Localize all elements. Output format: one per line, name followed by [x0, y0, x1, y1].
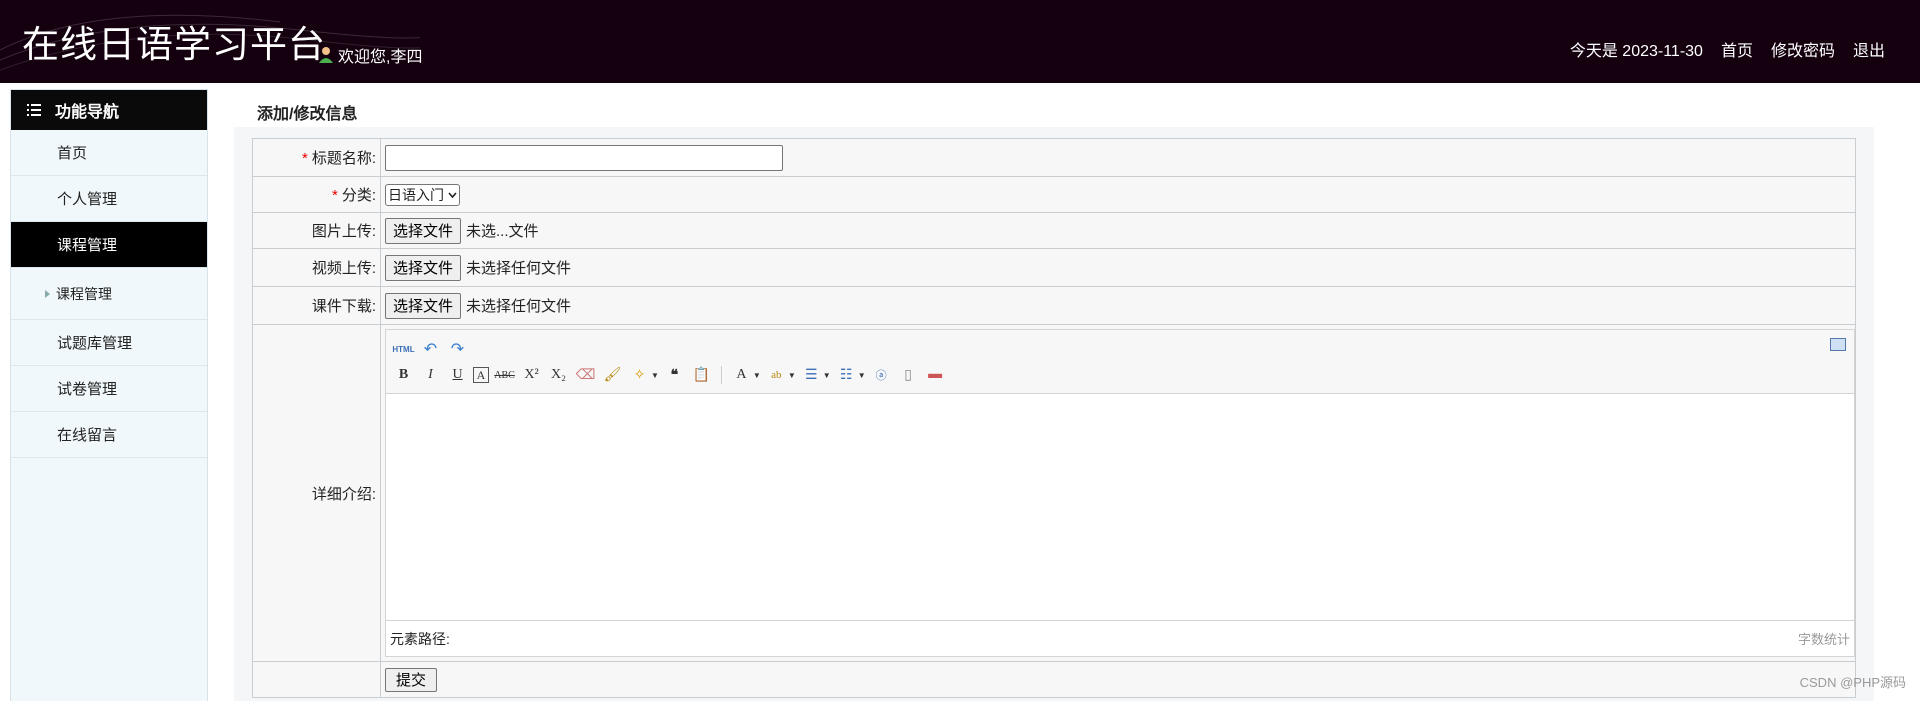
image-file-status: 未选...文件: [466, 223, 539, 240]
welcome-message: 欢迎您,李四: [318, 43, 422, 67]
video-upload-label: 视频上传:: [311, 260, 376, 277]
submit-button[interactable]: 提交: [385, 667, 438, 692]
superscript-icon[interactable]: X²: [520, 364, 543, 386]
user-icon: [319, 47, 333, 63]
site-title: 在线日语学习平台: [22, 24, 326, 65]
category-value: 日语入门: [388, 186, 444, 203]
bold-icon[interactable]: B: [392, 364, 415, 386]
font-border-icon[interactable]: A: [473, 367, 489, 383]
element-path-label: 元素路径:: [390, 630, 450, 647]
change-password-link[interactable]: 修改密码: [1771, 37, 1835, 61]
editor-toolbar: HTML ↶ ↷ B I U A ABC X² X₂ ⌫ 🖌 ✧ ▼ ❝ 📋 A…: [386, 330, 1854, 394]
highlight-color-icon[interactable]: ab: [765, 364, 788, 386]
clear-doc-icon[interactable]: ▯: [897, 364, 920, 386]
dropdown-arrow-icon[interactable]: ▼: [823, 371, 831, 380]
sidebar-header: 功能导航: [11, 90, 207, 130]
edit-form: * 标题名称: * 分类: 日语入门 图片上传: 选择文件 未选...文件 视频上传:…: [252, 138, 1856, 698]
sidebar-item-course[interactable]: 课程管理: [11, 222, 207, 268]
underline-icon[interactable]: U: [446, 364, 469, 386]
italic-icon[interactable]: I: [419, 364, 442, 386]
blockquote-icon[interactable]: ❝: [663, 364, 686, 386]
caret-right-icon: [45, 289, 50, 298]
courseware-file-status: 未选择任何文件: [466, 298, 572, 315]
category-select[interactable]: 日语入门: [385, 183, 460, 206]
required-mark: *: [331, 187, 338, 204]
auto-format-icon[interactable]: ✧: [628, 364, 651, 386]
sidebar-item-question-bank[interactable]: 试题库管理: [11, 320, 207, 366]
video-file-status: 未选择任何文件: [466, 260, 572, 277]
detail-label: 详细介绍:: [311, 485, 376, 503]
sidebar-subitem-course[interactable]: 课程管理: [11, 268, 207, 320]
unordered-list-icon[interactable]: ☷: [835, 364, 858, 386]
list-icon: [27, 104, 41, 116]
toolbar-separator: [720, 366, 722, 384]
eraser-icon[interactable]: ⌫: [574, 364, 597, 386]
date-text: 今天是 2023-11-30: [1569, 43, 1703, 60]
dropdown-arrow-icon[interactable]: ▼: [651, 371, 659, 380]
home-link[interactable]: 首页: [1721, 37, 1753, 61]
image-upload-label: 图片上传:: [311, 223, 376, 240]
category-label: 分类:: [341, 187, 376, 204]
top-links: 今天是 2023-11-30 首页 修改密码 退出: [1570, 37, 1885, 61]
paste-plain-icon[interactable]: 📋: [690, 364, 713, 386]
word-count-label: 字数统计: [1797, 632, 1850, 647]
select-all-icon[interactable]: ⓐ: [870, 364, 893, 386]
sidebar: 功能导航 首页 个人管理 课程管理 课程管理 试题库管理 试卷管理 在线留言: [10, 89, 208, 701]
dropdown-arrow-icon[interactable]: ▼: [753, 371, 761, 380]
sidebar-item-messages[interactable]: 在线留言: [11, 412, 207, 458]
category-label-cell: * 分类:: [252, 176, 381, 213]
sidebar-title: 功能导航: [55, 104, 120, 121]
top-header: 在线日语学习平台 欢迎您,李四 今天是 2023-11-30 首页 修改密码 退…: [0, 0, 1920, 83]
sidebar-item-home[interactable]: 首页: [11, 130, 207, 176]
sidebar-item-personal[interactable]: 个人管理: [11, 176, 207, 222]
fullscreen-icon[interactable]: [1830, 338, 1846, 351]
format-painter-icon[interactable]: 🖌: [601, 364, 624, 386]
logout-link[interactable]: 退出: [1853, 37, 1885, 61]
subscript-icon[interactable]: X₂: [547, 364, 570, 386]
page-title: 添加/修改信息: [257, 106, 358, 123]
welcome-text: 欢迎您,李四: [338, 49, 423, 66]
editor-status-bar: 元素路径: 字数统计: [386, 620, 1854, 656]
rich-text-editor: HTML ↶ ↷ B I U A ABC X² X₂ ⌫ 🖌 ✧ ▼ ❝ 📋 A…: [385, 329, 1855, 657]
title-input[interactable]: [385, 144, 783, 171]
ordered-list-icon[interactable]: ☰: [800, 364, 823, 386]
html-source-button[interactable]: HTML: [392, 338, 415, 360]
editor-content-area[interactable]: [386, 394, 1854, 620]
watermark: CSDN @PHP源码: [1799, 675, 1906, 690]
sidebar-subitem-label: 课程管理: [56, 285, 112, 302]
sidebar-item-papers[interactable]: 试卷管理: [11, 366, 207, 412]
title-label-cell: * 标题名称:: [252, 138, 381, 177]
dropdown-arrow-icon[interactable]: ▼: [788, 371, 796, 380]
undo-icon[interactable]: ↶: [419, 338, 442, 360]
dropdown-arrow-icon[interactable]: ▼: [858, 371, 866, 380]
required-mark: *: [301, 150, 308, 167]
image-choose-file-button[interactable]: 选择文件: [385, 217, 462, 244]
courseware-label: 课件下载:: [311, 298, 376, 315]
video-choose-file-button[interactable]: 选择文件: [385, 254, 462, 281]
empty-cell: [252, 661, 381, 698]
redo-icon[interactable]: ↷: [446, 338, 469, 360]
title-label: 标题名称:: [311, 150, 376, 167]
strikethrough-icon[interactable]: ABC: [493, 364, 516, 386]
insert-image-icon[interactable]: ▬: [924, 364, 947, 386]
font-color-icon[interactable]: A: [730, 364, 753, 386]
chevron-down-icon: [448, 191, 457, 198]
courseware-choose-file-button[interactable]: 选择文件: [385, 292, 462, 319]
